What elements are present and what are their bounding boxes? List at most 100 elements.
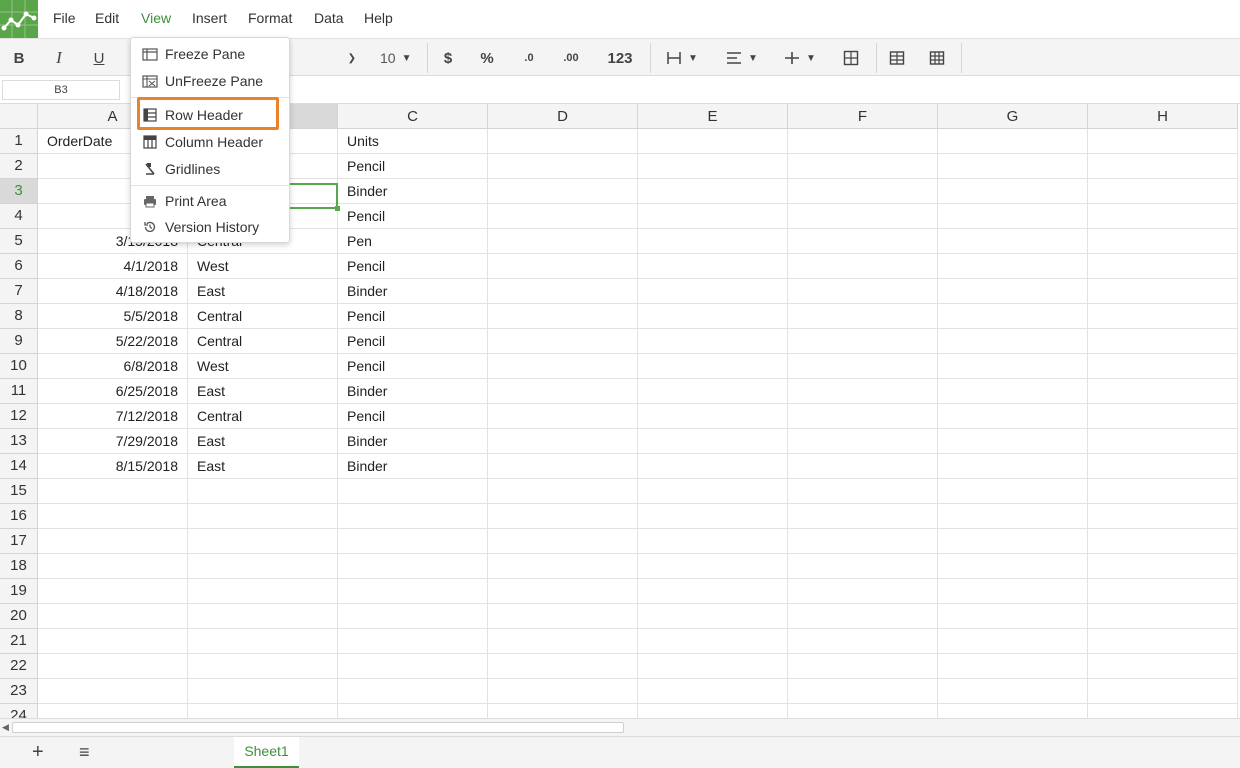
cell-d17[interactable] [488,529,638,554]
cell-b22[interactable] [188,654,338,679]
cell-h4[interactable] [1088,204,1238,229]
cell-e20[interactable] [638,604,788,629]
cell-f6[interactable] [788,254,938,279]
cell-a15[interactable] [38,479,188,504]
cell-h5[interactable] [1088,229,1238,254]
cell-c17[interactable] [338,529,488,554]
cell-e2[interactable] [638,154,788,179]
cell-d24[interactable] [488,704,638,718]
cell-f5[interactable] [788,229,938,254]
cell-d21[interactable] [488,629,638,654]
row-header-2[interactable]: 2 [0,154,38,179]
cell-c10[interactable]: Pencil [338,354,488,379]
cell-h3[interactable] [1088,179,1238,204]
cell-d11[interactable] [488,379,638,404]
cell-a10[interactable]: 6/8/2018 [38,354,188,379]
cell-g23[interactable] [938,679,1088,704]
cell-c21[interactable] [338,629,488,654]
underline-button[interactable]: U [86,39,112,77]
cell-a20[interactable] [38,604,188,629]
cell-e18[interactable] [638,554,788,579]
cell-g2[interactable] [938,154,1088,179]
cell-d1[interactable] [488,129,638,154]
cell-a11[interactable]: 6/25/2018 [38,379,188,404]
cell-f7[interactable] [788,279,938,304]
cell-e8[interactable] [638,304,788,329]
cell-h22[interactable] [1088,654,1238,679]
cell-h17[interactable] [1088,529,1238,554]
cell-h2[interactable] [1088,154,1238,179]
decrease-decimal-button[interactable]: .0 [516,39,542,77]
row-header-16[interactable]: 16 [0,504,38,529]
cell-a17[interactable] [38,529,188,554]
cell-b14[interactable]: East [188,454,338,479]
cell-h10[interactable] [1088,354,1238,379]
cell-f20[interactable] [788,604,938,629]
cell-d23[interactable] [488,679,638,704]
cell-e19[interactable] [638,579,788,604]
cell-g20[interactable] [938,604,1088,629]
cell-b16[interactable] [188,504,338,529]
cell-f13[interactable] [788,429,938,454]
cell-b18[interactable] [188,554,338,579]
cell-g7[interactable] [938,279,1088,304]
menu-format[interactable]: Format [248,10,292,26]
cell-b8[interactable]: Central [188,304,338,329]
cell-c5[interactable]: Pen [338,229,488,254]
menu-item-gridlines[interactable]: Gridlines [131,156,289,182]
cell-b15[interactable] [188,479,338,504]
cell-c14[interactable]: Binder [338,454,488,479]
cell-d12[interactable] [488,404,638,429]
cell-f1[interactable] [788,129,938,154]
cell-a6[interactable]: 4/1/2018 [38,254,188,279]
menu-edit[interactable]: Edit [95,10,119,26]
cell-f4[interactable] [788,204,938,229]
row-header-6[interactable]: 6 [0,254,38,279]
cell-e21[interactable] [638,629,788,654]
border-select[interactable]: ▼ [658,45,708,71]
cell-f23[interactable] [788,679,938,704]
menu-data[interactable]: Data [314,10,344,26]
cell-a7[interactable]: 4/18/2018 [38,279,188,304]
cell-f21[interactable] [788,629,938,654]
cell-a8[interactable]: 5/5/2018 [38,304,188,329]
cell-d9[interactable] [488,329,638,354]
cell-e5[interactable] [638,229,788,254]
cell-h20[interactable] [1088,604,1238,629]
cell-g17[interactable] [938,529,1088,554]
cell-d7[interactable] [488,279,638,304]
menu-item-version-history[interactable]: Version History [131,214,289,240]
cell-e12[interactable] [638,404,788,429]
cell-c11[interactable]: Binder [338,379,488,404]
menu-item-row-header[interactable]: Row Header [131,102,289,128]
cell-g21[interactable] [938,629,1088,654]
cell-c4[interactable]: Pencil [338,204,488,229]
cell-d20[interactable] [488,604,638,629]
font-size-select[interactable]: 10 ▼ [370,45,420,71]
column-header-c[interactable]: C [338,104,488,129]
row-header-21[interactable]: 21 [0,629,38,654]
cell-d6[interactable] [488,254,638,279]
cell-b24[interactable] [188,704,338,718]
cell-g16[interactable] [938,504,1088,529]
cell-h18[interactable] [1088,554,1238,579]
cell-c22[interactable] [338,654,488,679]
cell-e22[interactable] [638,654,788,679]
cell-d15[interactable] [488,479,638,504]
column-header-d[interactable]: D [488,104,638,129]
cell-g24[interactable] [938,704,1088,718]
app-logo[interactable] [0,0,38,38]
cell-g18[interactable] [938,554,1088,579]
cell-b21[interactable] [188,629,338,654]
cell-e11[interactable] [638,379,788,404]
row-header-17[interactable]: 17 [0,529,38,554]
cell-a13[interactable]: 7/29/2018 [38,429,188,454]
cell-g13[interactable] [938,429,1088,454]
row-header-11[interactable]: 11 [0,379,38,404]
row-header-1[interactable]: 1 [0,129,38,154]
cell-e1[interactable] [638,129,788,154]
cell-e14[interactable] [638,454,788,479]
cell-h21[interactable] [1088,629,1238,654]
cell-h24[interactable] [1088,704,1238,718]
cell-f11[interactable] [788,379,938,404]
